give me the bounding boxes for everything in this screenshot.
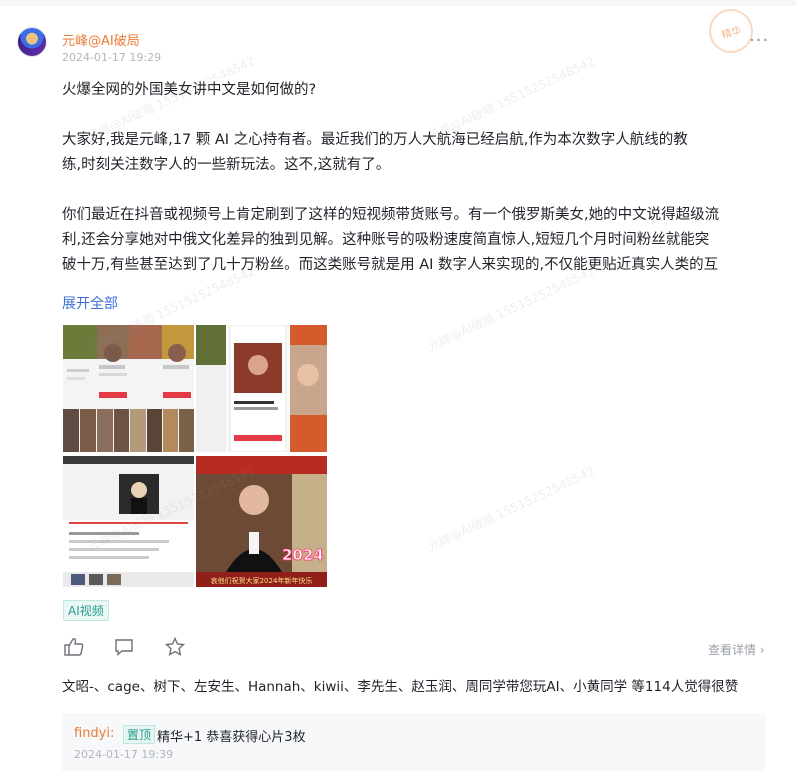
topic-tag[interactable]: AI视频 (63, 600, 109, 621)
post-title: 火爆全网的外国美女讲中文是如何做的? (62, 82, 317, 98)
avatar[interactable] (17, 27, 47, 57)
comment-user[interactable]: findyi: (74, 726, 114, 741)
post-paragraph-1-line-1: 大家好,我是元峰,17 颗 AI 之心持有者。最近我们的万人大航海已经启航,作为… (62, 132, 688, 148)
image-thumbnail-newyear-video[interactable]: 2024 哀他们祝贺大家2024年新年快乐 (196, 456, 327, 587)
video-caption: 哀他们祝贺大家2024年新年快乐 (211, 576, 313, 585)
image-thumbnail-profiles[interactable] (63, 325, 194, 452)
newyear-video-image: 2024 哀他们祝贺大家2024年新年快乐 (196, 456, 327, 587)
view-details-link[interactable]: 查看详情 › (708, 641, 765, 658)
author-name[interactable]: 元峰@AI破局 (62, 30, 140, 49)
profiles-collage-image (63, 325, 194, 452)
post-paragraph-2-line-1: 你们最近在抖音或视频号上肯定刷到了这样的短视频带货账号。有一个俄罗斯美女,她的中… (62, 207, 720, 223)
image-grid: 2024 哀他们祝贺大家2024年新年快乐 (63, 325, 327, 587)
likes-summary[interactable]: 文昭-、cage、树下、左安生、Hannah、kiwii、李先生、赵玉润、周同学… (62, 675, 738, 695)
pinned-comment: findyi: 置顶 精华+1 恭喜获得心片3枚 2024-01-17 19:3… (62, 713, 766, 771)
comment-text: 精华+1 恭喜获得心片3枚 (157, 730, 306, 745)
pinned-badge: 置顶 (123, 725, 156, 744)
image-thumbnail-video-editor[interactable] (63, 456, 194, 587)
watermark: 元峰@AI破局 15515252548542 (425, 264, 598, 354)
video-editor-image (63, 456, 194, 587)
post-time: 2024-01-17 19:29 (62, 51, 162, 64)
comment-time: 2024-01-17 19:39 (74, 748, 174, 761)
star-icon[interactable] (164, 636, 186, 658)
image-thumbnail-phone-screens[interactable] (196, 325, 327, 452)
top-divider (0, 0, 796, 6)
comment-icon[interactable] (113, 636, 135, 658)
expand-all-link[interactable]: 展开全部 (62, 293, 118, 313)
phone-screens-image (196, 325, 327, 452)
thumbs-up-icon[interactable] (63, 636, 85, 658)
watermark: 元峰@AI破局 15515252548542 (425, 464, 598, 554)
post-paragraph-1-line-2: 练,时刻关注数字人的一些新玩法。这不,这就有了。 (62, 157, 391, 173)
year-overlay: 2024 (282, 546, 324, 564)
post-paragraph-2-line-3: 破十万,有些甚至达到了几十万粉丝。而这类账号就是用 AI 数字人来实现的,不仅能… (62, 257, 719, 273)
more-dots-icon[interactable]: ··· (749, 30, 769, 51)
post-paragraph-2-line-2: 利,还会分享她对中俄文化差异的独到见解。这种账号的吸粉速度简直惊人,短短几个月时… (62, 232, 710, 248)
